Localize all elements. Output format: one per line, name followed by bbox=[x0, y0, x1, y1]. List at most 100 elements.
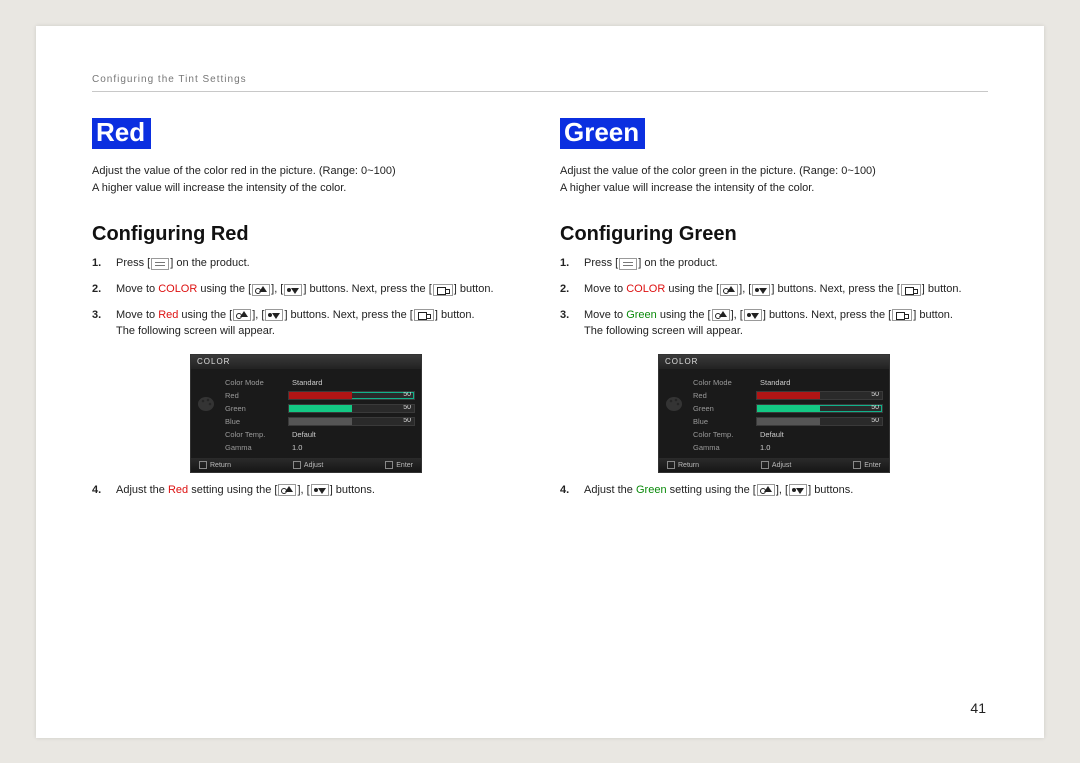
menu-icon bbox=[151, 258, 169, 270]
up-icon bbox=[278, 484, 296, 496]
step-3: 3. Move to Red using the [], [] buttons.… bbox=[92, 308, 520, 340]
osd-row-label: Gamma bbox=[693, 443, 748, 452]
down-icon bbox=[311, 484, 329, 496]
up-icon bbox=[757, 484, 775, 496]
text: Adjust the bbox=[116, 484, 168, 496]
osd-row-label: Blue bbox=[693, 417, 748, 426]
text: ] button. bbox=[913, 309, 953, 321]
step-number: 4. bbox=[560, 483, 569, 499]
manual-page: Configuring the Tint Settings Red Adjust… bbox=[36, 26, 1044, 738]
color-word: COLOR bbox=[626, 283, 665, 295]
text: ] on the product. bbox=[170, 257, 250, 269]
divider bbox=[92, 91, 988, 92]
osd-value: Standard bbox=[756, 378, 883, 387]
step-number: 2. bbox=[92, 282, 101, 298]
text: ] buttons. Next, press the [ bbox=[284, 309, 412, 321]
osd-row-label: Green bbox=[693, 404, 748, 413]
palette-icon bbox=[197, 376, 217, 452]
osd-footer-return: Return bbox=[199, 461, 231, 469]
step-1: 1. Press [] on the product. bbox=[560, 256, 988, 272]
text: Move to bbox=[584, 283, 626, 295]
osd-footer-return: Return bbox=[667, 461, 699, 469]
osd-title: COLOR bbox=[659, 355, 889, 369]
color-word: Green bbox=[636, 484, 667, 496]
osd-value: 1.0 bbox=[288, 443, 415, 452]
color-word: Red bbox=[158, 309, 178, 321]
text: ], [ bbox=[776, 484, 788, 496]
text: ] buttons. Next, press the [ bbox=[763, 309, 891, 321]
breadcrumb: Configuring the Tint Settings bbox=[92, 74, 988, 85]
desc-line: Adjust the value of the color green in t… bbox=[560, 165, 876, 177]
down-icon bbox=[752, 284, 770, 296]
text: The following screen will appear. bbox=[116, 325, 275, 337]
slider-green bbox=[288, 404, 415, 413]
column-green: Green Adjust the value of the color gree… bbox=[560, 118, 988, 500]
text: ] buttons. bbox=[808, 484, 853, 496]
slider-blue bbox=[756, 417, 883, 426]
osd-row-label: Gamma bbox=[225, 443, 280, 452]
text: The following screen will appear. bbox=[584, 325, 743, 337]
text: Move to bbox=[584, 309, 626, 321]
step-1: 1. Press [] on the product. bbox=[92, 256, 520, 272]
text: Press [ bbox=[116, 257, 150, 269]
text: ], [ bbox=[739, 283, 751, 295]
osd-footer-enter: Enter bbox=[853, 461, 881, 469]
step-number: 4. bbox=[92, 483, 101, 499]
slider-blue bbox=[288, 417, 415, 426]
up-icon bbox=[233, 309, 251, 321]
osd-row-label: Red bbox=[693, 391, 748, 400]
two-column-layout: Red Adjust the value of the color red in… bbox=[92, 118, 988, 500]
osd-value: Default bbox=[756, 430, 883, 439]
desc-line: Adjust the value of the color red in the… bbox=[92, 165, 396, 177]
text: ], [ bbox=[731, 309, 743, 321]
color-word: Red bbox=[168, 484, 188, 496]
text: Move to bbox=[116, 283, 158, 295]
osd-screenshot-green: COLOR Color Mode Red Green Blue Color Te… bbox=[560, 354, 988, 473]
osd-value: Standard bbox=[288, 378, 415, 387]
text: ], [ bbox=[297, 484, 309, 496]
steps-red: 1. Press [] on the product. 2. Move to C… bbox=[92, 256, 520, 340]
enter-icon bbox=[892, 309, 912, 321]
step-2: 2. Move to COLOR using the [], [] button… bbox=[560, 282, 988, 298]
osd-footer-enter: Enter bbox=[385, 461, 413, 469]
desc-line: A higher value will increase the intensi… bbox=[560, 182, 814, 194]
enter-icon bbox=[433, 284, 453, 296]
osd-row-label: Color Mode bbox=[225, 378, 280, 387]
column-red: Red Adjust the value of the color red in… bbox=[92, 118, 520, 500]
subhead-red: Configuring Red bbox=[92, 223, 520, 246]
text: ], [ bbox=[271, 283, 283, 295]
osd-value: Default bbox=[288, 430, 415, 439]
osd-row-label: Color Temp. bbox=[225, 430, 280, 439]
text: ] on the product. bbox=[638, 257, 718, 269]
slider-red bbox=[288, 391, 415, 400]
osd-footer-adjust: Adjust bbox=[293, 461, 323, 469]
desc-green: Adjust the value of the color green in t… bbox=[560, 163, 988, 197]
text: ] button. bbox=[454, 283, 494, 295]
osd-screenshot-red: COLOR Color Mode Red Green Blue Color Te… bbox=[92, 354, 520, 473]
osd-row-label: Color Temp. bbox=[693, 430, 748, 439]
text: using the [ bbox=[178, 309, 232, 321]
text: ] buttons. Next, press the [ bbox=[771, 283, 899, 295]
text: ] button. bbox=[922, 283, 962, 295]
palette-icon bbox=[665, 376, 685, 452]
up-icon bbox=[712, 309, 730, 321]
step-4: 4. Adjust the Green setting using the []… bbox=[560, 483, 988, 499]
text: using the [ bbox=[657, 309, 711, 321]
subhead-green: Configuring Green bbox=[560, 223, 988, 246]
desc-red: Adjust the value of the color red in the… bbox=[92, 163, 520, 197]
text: Move to bbox=[116, 309, 158, 321]
step-2: 2. Move to COLOR using the [], [] button… bbox=[92, 282, 520, 298]
enter-icon bbox=[901, 284, 921, 296]
text: ], [ bbox=[252, 309, 264, 321]
osd-title: COLOR bbox=[191, 355, 421, 369]
heading-red: Red bbox=[92, 118, 151, 150]
up-icon bbox=[252, 284, 270, 296]
heading-green: Green bbox=[560, 118, 645, 150]
steps-red-tail: 4. Adjust the Red setting using the [], … bbox=[92, 483, 520, 499]
slider-green bbox=[756, 404, 883, 413]
text: Press [ bbox=[584, 257, 618, 269]
menu-icon bbox=[619, 258, 637, 270]
osd-value: 1.0 bbox=[756, 443, 883, 452]
color-word: Green bbox=[626, 309, 657, 321]
step-number: 2. bbox=[560, 282, 569, 298]
